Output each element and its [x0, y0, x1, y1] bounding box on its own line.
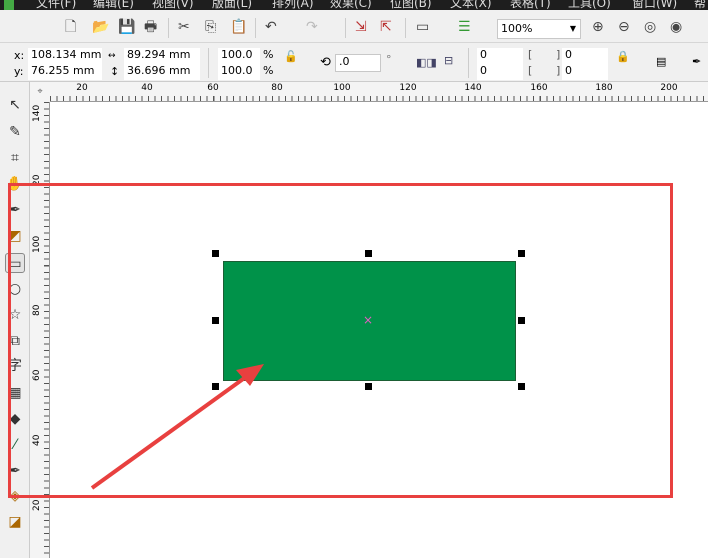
annotation-arrow — [90, 364, 264, 490]
